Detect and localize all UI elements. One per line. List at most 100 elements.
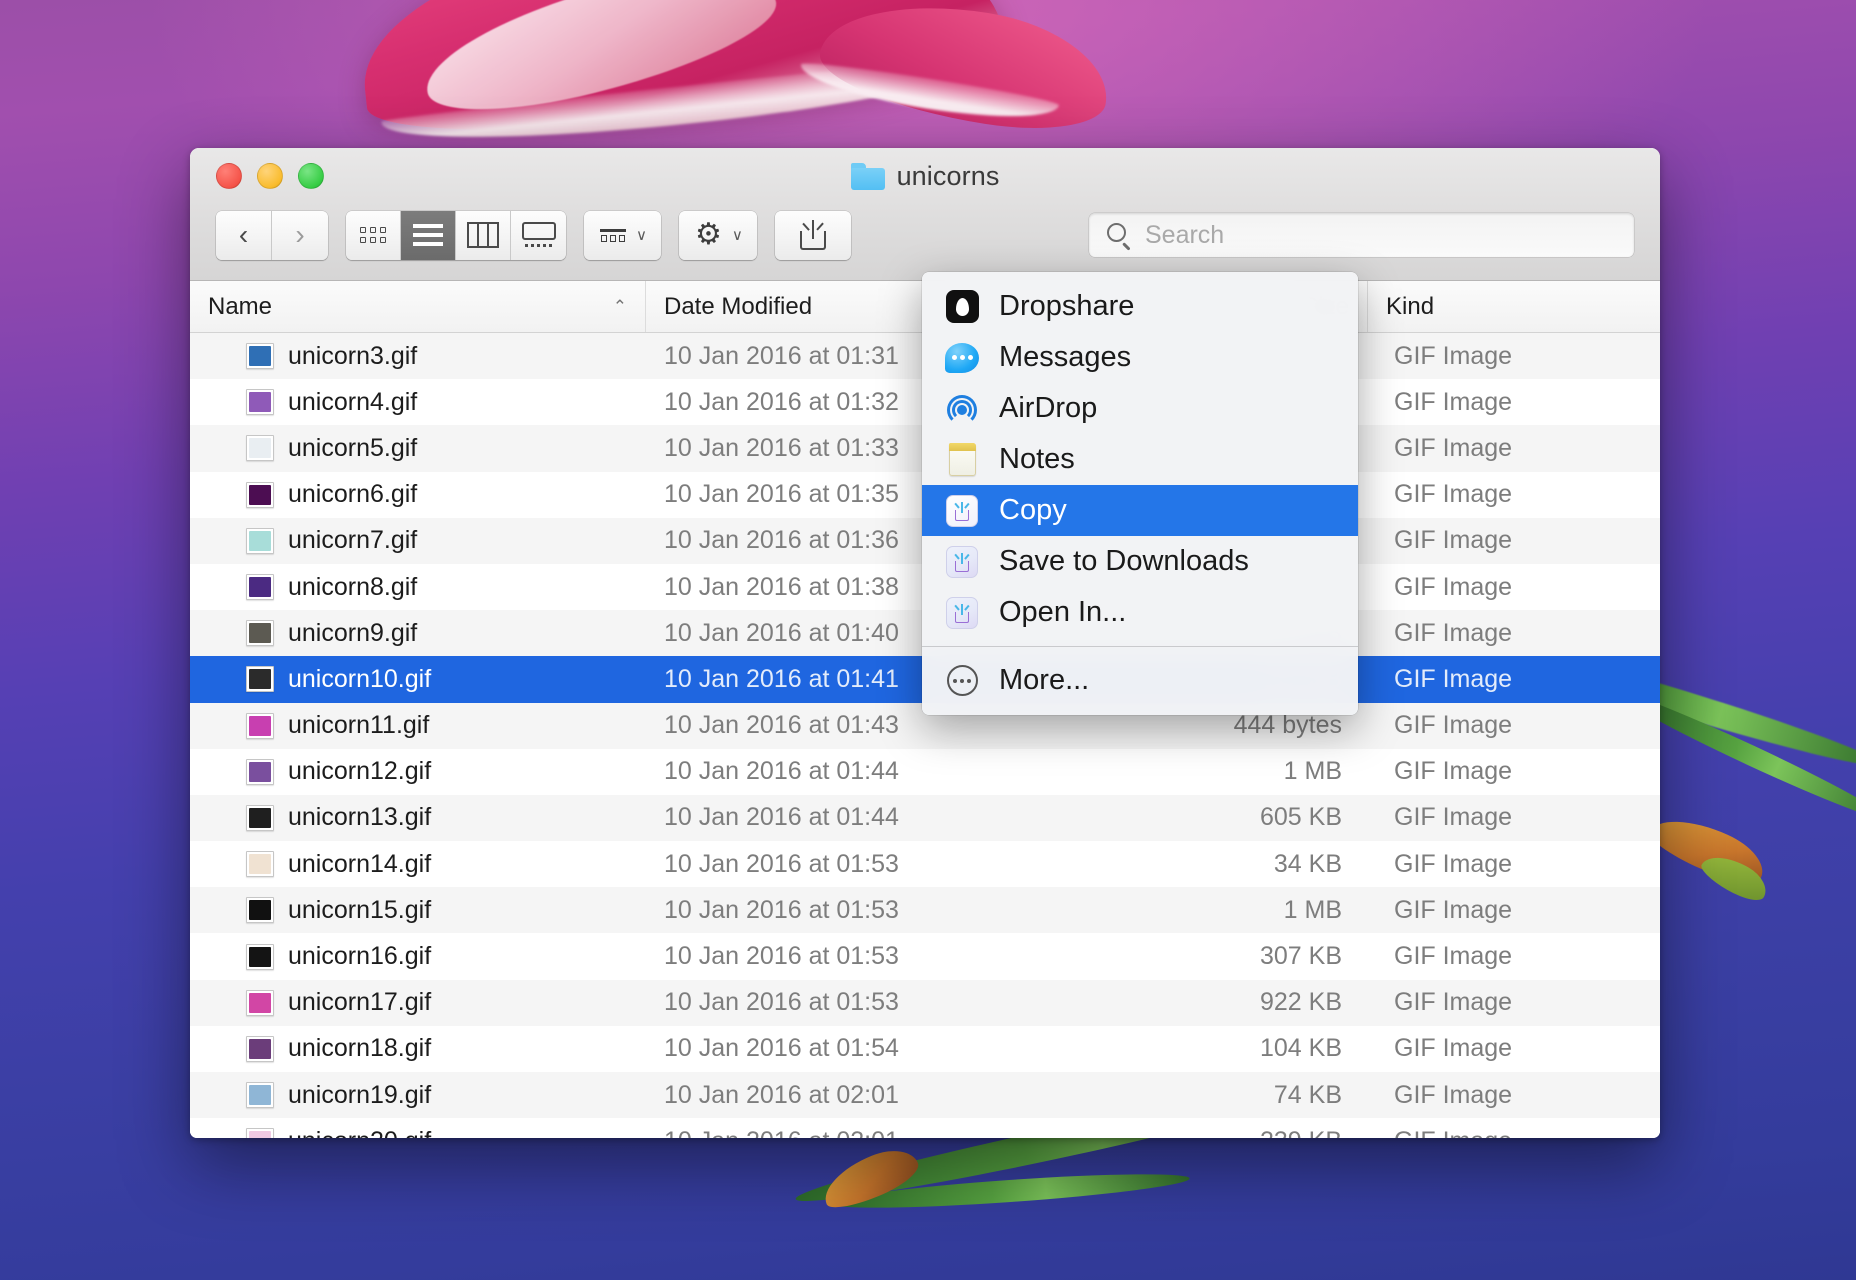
file-thumbnail-icon — [246, 574, 274, 601]
file-kind-cell: GIF Image — [1368, 1127, 1660, 1138]
column-header-kind[interactable]: Kind — [1368, 281, 1660, 332]
file-name-cell: unicorn15.gif — [190, 896, 646, 925]
chevron-down-icon: ∨ — [636, 227, 647, 244]
file-name-label: unicorn10.gif — [288, 664, 432, 693]
file-kind-cell: GIF Image — [1394, 1080, 1513, 1109]
table-row[interactable]: unicorn14.gif 10 Jan 2016 at 01:53 34 KB GI… — [190, 841, 1660, 887]
file-name-label: unicorn9.gif — [288, 618, 418, 647]
file-size-cell: 922 KB — [1259, 988, 1342, 1017]
maximize-button[interactable] — [298, 163, 324, 189]
arrange-button[interactable]: ∨ — [584, 210, 661, 260]
file-thumbnail-icon — [246, 851, 274, 878]
share-tile-icon — [944, 595, 980, 631]
more-ellipsis-icon — [944, 663, 980, 699]
action-menu-button[interactable]: ⚙ ∨ — [678, 210, 757, 260]
file-name-cell: unicorn9.gif — [190, 619, 646, 648]
minimize-button[interactable] — [257, 163, 283, 189]
file-name-cell: unicorn12.gif — [190, 757, 646, 786]
share-menu-item-save-to-downloads[interactable]: Save to Downloads — [922, 536, 1358, 587]
chevron-down-icon: ∨ — [731, 227, 743, 244]
file-name-label: unicorn3.gif — [288, 341, 418, 370]
table-row[interactable]: unicorn16.gif 10 Jan 2016 at 01:53 307 KB G… — [190, 933, 1660, 979]
file-thumbnail-icon — [246, 897, 274, 924]
table-row[interactable]: unicorn12.gif 10 Jan 2016 at 01:44 1 MB GIF… — [190, 749, 1660, 795]
file-name-cell: unicorn19.gif — [190, 1081, 646, 1110]
window-title: unicorns — [896, 160, 1000, 191]
share-button[interactable] — [774, 210, 851, 260]
share-menu-item-label: Dropshare — [999, 290, 1135, 322]
file-kind-cell: GIF Image — [1394, 988, 1513, 1017]
file-date-cell: 10 Jan 2016 at 01:44 — [664, 757, 899, 786]
view-mode-buttons — [346, 210, 566, 260]
table-row[interactable]: unicorn15.gif 10 Jan 2016 at 01:53 1 MB GIF… — [190, 887, 1660, 934]
file-date-cell: 10 Jan 2016 at 01:53 — [664, 988, 899, 1017]
coverflow-icon — [521, 222, 556, 248]
file-name-cell: unicorn5.gif — [190, 434, 646, 463]
file-name-cell: unicorn10.gif — [190, 665, 646, 694]
window-titlebar[interactable]: unicorns — [190, 148, 1660, 204]
file-thumbnail-icon — [246, 1128, 274, 1138]
file-size-cell: 239 KB — [1098, 1127, 1368, 1138]
share-menu-item-dropshare[interactable]: Dropshare — [922, 281, 1358, 332]
file-name-cell: unicorn11.gif — [190, 711, 646, 740]
share-menu-item-open-in[interactable]: Open In... — [922, 587, 1358, 638]
file-thumbnail-icon — [246, 666, 274, 693]
navigation-buttons: ‹ › — [216, 210, 328, 260]
traffic-light-buttons — [190, 163, 324, 189]
file-name-cell: unicorn18.gif — [190, 1034, 646, 1063]
share-menu-item-notes[interactable]: Notes — [922, 434, 1358, 485]
window-chrome: unicorns ‹ › ∨ ⚙ ∨ Search — [190, 148, 1660, 281]
close-button[interactable] — [216, 163, 242, 189]
file-kind-cell: GIF Image — [1394, 387, 1513, 416]
file-thumbnail-icon — [246, 943, 274, 970]
column-header-name[interactable]: Name ⌃ — [190, 281, 646, 332]
file-name-cell: unicorn16.gif — [190, 942, 646, 971]
view-as-icons-button[interactable] — [346, 210, 401, 260]
grid-icon — [360, 227, 386, 243]
share-menu-item-label: More... — [999, 664, 1090, 696]
share-menu-item-copy[interactable]: Copy — [922, 485, 1358, 536]
file-date-cell: 10 Jan 2016 at 01:53 — [664, 849, 899, 878]
forward-button[interactable]: › — [272, 210, 328, 260]
file-size-cell: 74 KB — [1273, 1080, 1342, 1109]
table-row[interactable]: unicorn13.gif 10 Jan 2016 at 01:44 605 KB G… — [190, 794, 1660, 842]
arrange-icon — [600, 228, 626, 242]
share-menu-popover[interactable]: Dropshare Messages AirDrop Notes Copy Save to… — [922, 272, 1358, 715]
file-size-cell: 444 bytes — [1233, 711, 1342, 740]
table-row[interactable]: unicorn18.gif 10 Jan 2016 at 01:54 104 KB G… — [190, 1026, 1660, 1072]
view-as-coverflow-button[interactable] — [511, 210, 566, 260]
file-name-label: unicorn13.gif — [288, 803, 432, 832]
column-header-kind-label: Kind — [1386, 292, 1435, 320]
flower-petal-right — [813, 0, 1117, 143]
file-name-label: unicorn11.gif — [288, 711, 430, 740]
file-kind-cell: GIF Image — [1394, 849, 1513, 878]
table-row[interactable]: unicorn20.gif 10 Jan 2016 at 02:01239 KBG… — [190, 1118, 1660, 1138]
view-as-columns-button[interactable] — [456, 210, 511, 260]
file-thumbnail-icon — [246, 758, 274, 785]
file-thumbnail-icon — [246, 804, 274, 831]
chevron-right-icon: › — [295, 219, 305, 250]
back-button[interactable]: ‹ — [216, 210, 272, 260]
file-thumbnail-icon — [246, 343, 274, 370]
share-menu-item-messages[interactable]: Messages — [922, 332, 1358, 383]
chevron-left-icon: ‹ — [238, 219, 249, 250]
file-name-label: unicorn7.gif — [288, 526, 418, 555]
file-size-cell: 104 KB — [1259, 1034, 1342, 1063]
view-as-list-button[interactable] — [401, 210, 456, 260]
file-kind-cell: GIF Image — [1394, 526, 1513, 555]
table-row[interactable]: unicorn17.gif 10 Jan 2016 at 01:53 922 KB G… — [190, 979, 1660, 1026]
search-placeholder: Search — [1145, 220, 1225, 249]
search-input[interactable]: Search — [1089, 213, 1634, 257]
file-thumbnail-icon — [246, 1082, 274, 1109]
file-kind-cell: GIF Image — [1394, 664, 1513, 693]
file-kind-cell: GIF Image — [1394, 803, 1513, 832]
dropshare-icon — [944, 289, 980, 325]
file-name-cell: unicorn8.gif — [190, 573, 646, 602]
share-menu-item-more[interactable]: More... — [922, 655, 1358, 706]
file-name-cell: unicorn17.gif — [190, 988, 646, 1017]
file-name-cell: unicorn20.gif — [190, 1127, 646, 1138]
airdrop-icon — [944, 391, 980, 427]
share-menu-item-airdrop[interactable]: AirDrop — [922, 383, 1358, 434]
share-tile-icon — [944, 493, 980, 529]
table-row[interactable]: unicorn19.gif 10 Jan 2016 at 02:01 74 KB GI… — [190, 1072, 1660, 1119]
